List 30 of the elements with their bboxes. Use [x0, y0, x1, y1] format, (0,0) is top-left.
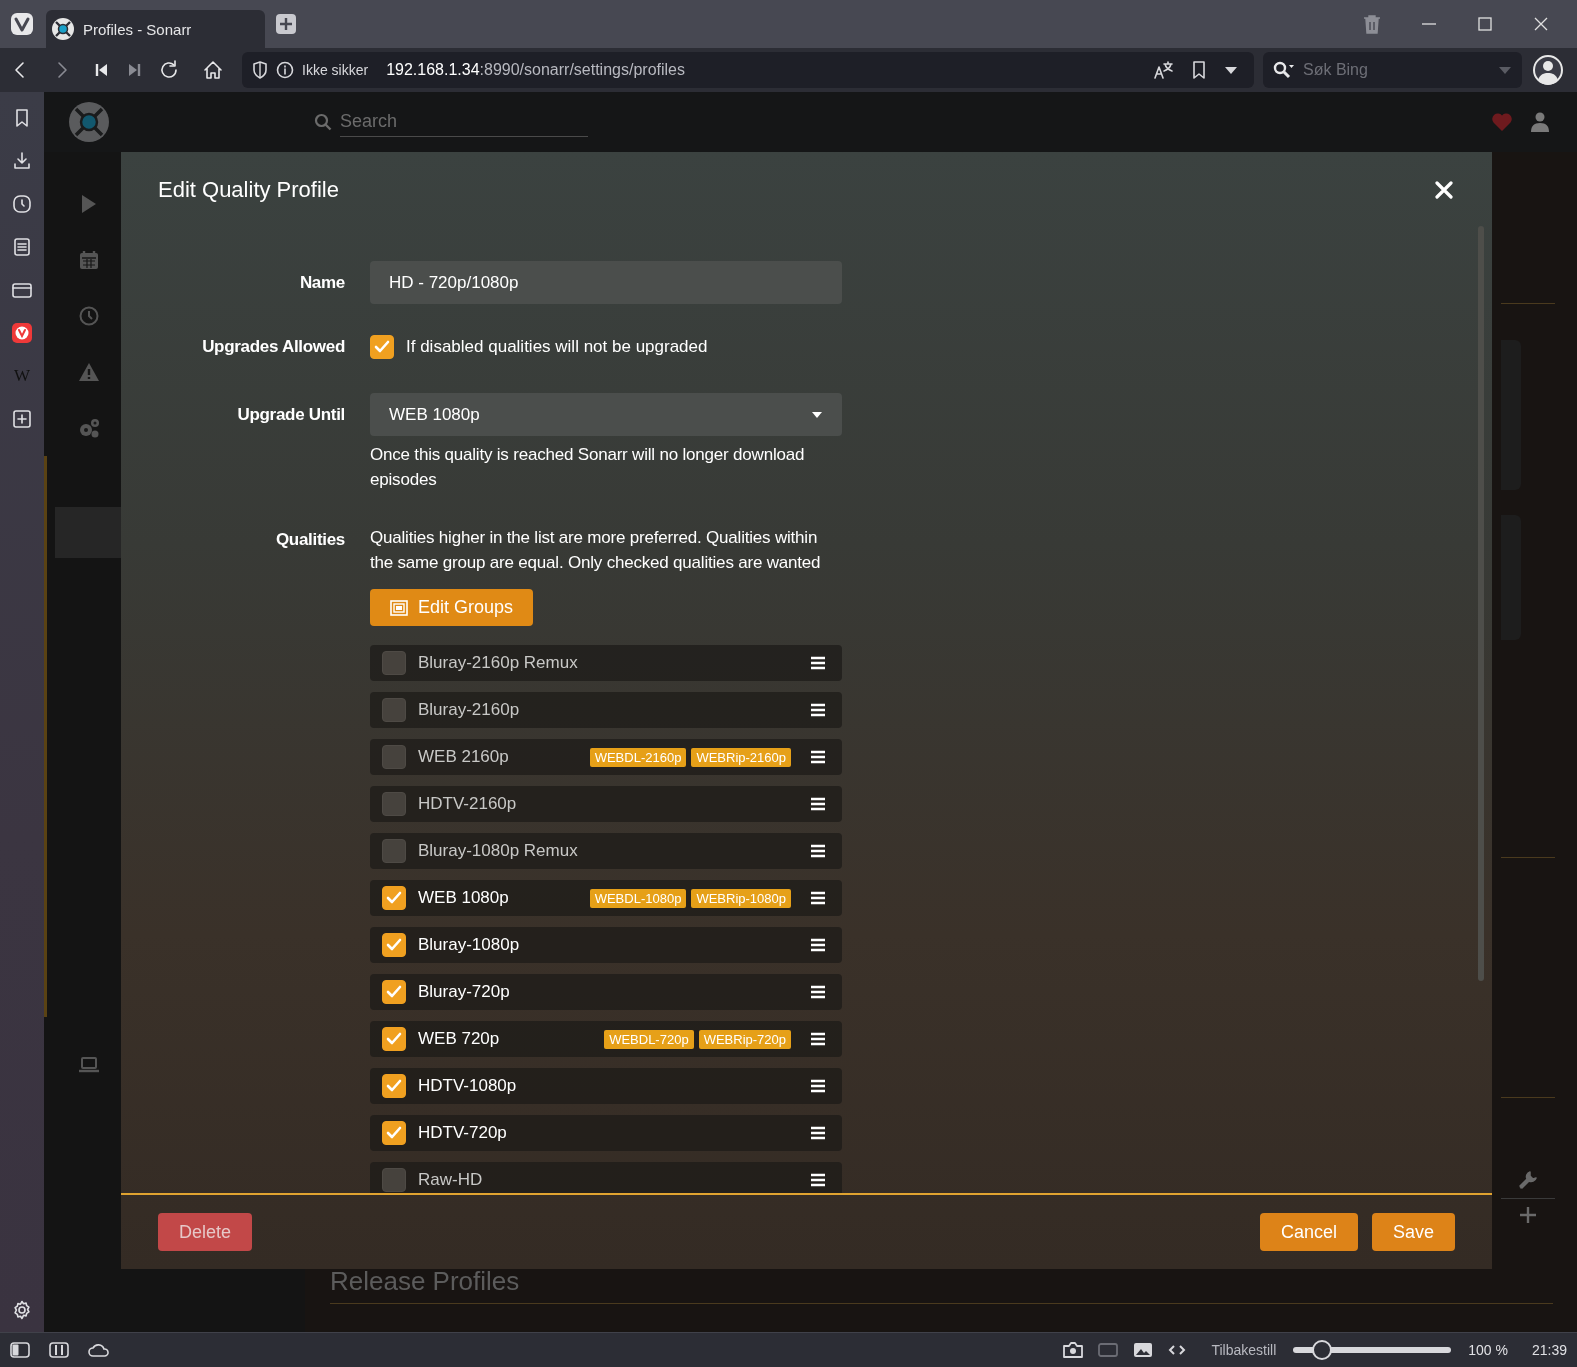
quality-name: HDTV-720p — [418, 1123, 507, 1143]
quality-name: Raw-HD — [418, 1170, 483, 1190]
field-label: Qualities — [274, 529, 345, 551]
quality-name: WEB 720p — [418, 1029, 500, 1049]
quality-name: Bluray-2160p — [418, 700, 520, 720]
clock-time: 21:39 — [1531, 1342, 1567, 1358]
quality-name: HDTV-2160p — [418, 794, 517, 814]
security-label: Ikke sikker — [302, 62, 369, 78]
quality-name: Bluray-2160p Remux — [418, 653, 578, 673]
quality-tag: WEBDL-2160p — [589, 747, 687, 767]
quality-name: HDTV-1080p — [418, 1076, 517, 1096]
field-label: Upgrades Allowed — [201, 336, 345, 358]
checkbox-label: If disabled qualities will not be upgraded — [406, 337, 708, 357]
help-text: Qualities higher in the list are more preferred. Qualities within the same group are equal. Only checked qualities are wanted — [370, 527, 822, 574]
tab-title: Profiles - Sonarr — [83, 20, 192, 38]
quality-name: Bluray-1080p — [418, 935, 520, 955]
quality-tag: WEBRip-2160p — [691, 747, 791, 767]
quality-tag: WEBDL-1080p — [589, 888, 687, 908]
quality-tag: WEBDL-720p — [604, 1029, 694, 1049]
quality-name: WEB 1080p — [418, 888, 509, 908]
quality-name: Bluray-720p — [418, 982, 510, 1002]
help-text: Once this quality is reached Sonarr will no longer download episodes — [370, 444, 806, 491]
dialog-title: Edit Quality Profile — [158, 177, 339, 203]
quality-tag: WEBRip-720p — [698, 1029, 791, 1049]
field-label: Upgrade Until — [236, 404, 345, 426]
quality-name: Bluray-1080p Remux — [418, 841, 578, 861]
zoom-level: 100 % — [1468, 1342, 1508, 1358]
quality-tag: WEBRip-1080p — [691, 888, 791, 908]
field-label: Name — [298, 272, 345, 294]
quality-name: WEB 2160p — [418, 747, 509, 767]
